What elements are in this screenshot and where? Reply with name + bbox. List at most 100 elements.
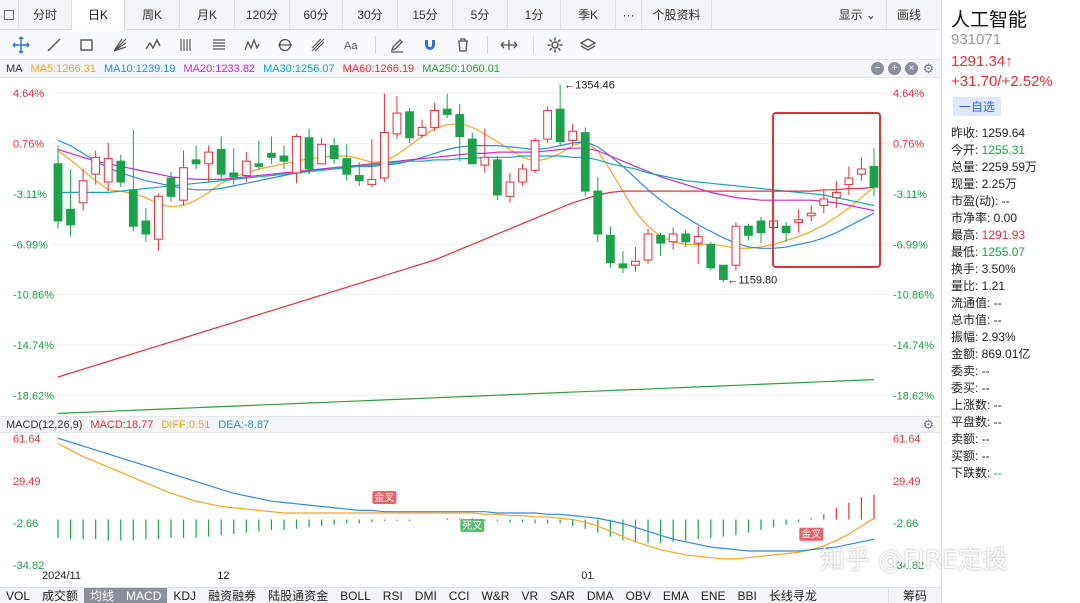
- period-tab[interactable]: 分时: [19, 0, 72, 30]
- minus-icon[interactable]: −: [871, 62, 884, 75]
- stat-label: 最高:: [951, 228, 982, 242]
- candle-body: [518, 168, 527, 183]
- period-tab[interactable]: 30分: [343, 0, 398, 30]
- period-tab[interactable]: 120分: [235, 0, 290, 30]
- indicator-tab[interactable]: VOL: [0, 588, 36, 603]
- gann-icon[interactable]: [303, 32, 333, 58]
- indicator-tab[interactable]: 陆股通资金: [262, 588, 334, 603]
- x-axis-label: 12: [217, 570, 229, 582]
- period-tab[interactable]: 季K: [561, 0, 616, 30]
- plus-icon[interactable]: +: [888, 62, 901, 75]
- indicator-tab[interactable]: RSI: [377, 588, 409, 603]
- stat-value: --: [993, 313, 1002, 327]
- period-tab[interactable]: ···: [616, 0, 642, 30]
- collapse-toggle[interactable]: [0, 0, 19, 30]
- period-tab[interactable]: 周K: [125, 0, 180, 30]
- candle-body: [618, 263, 628, 269]
- macd-legend: MACD(12,26,9) MACD:18.77 DIFF:0.51 DEA:-8.…: [0, 416, 941, 433]
- stat-label: 卖额:: [951, 432, 982, 446]
- expand-horizontal-icon[interactable]: [494, 32, 524, 58]
- indicator-tab[interactable]: 成交额: [36, 588, 84, 603]
- layers-icon[interactable]: [573, 32, 603, 58]
- indicator-tab[interactable]: MACD: [120, 587, 168, 603]
- stat-value: --: [981, 432, 990, 446]
- indicator-tab[interactable]: BOLL: [334, 588, 377, 603]
- add-watchlist-button[interactable]: 一自选: [953, 97, 1002, 116]
- period-tab[interactable]: 日K: [72, 0, 125, 30]
- magnet-icon[interactable]: [415, 32, 445, 58]
- period-tab[interactable]: 5分: [453, 0, 508, 30]
- text-tool-icon[interactable]: Aa: [336, 32, 366, 58]
- stat-label: 现量:: [951, 177, 982, 191]
- line-segment-icon[interactable]: [39, 32, 69, 58]
- period-tab[interactable]: 15分: [398, 0, 453, 30]
- kline-chart[interactable]: 4.64% 4.64% 0.76% 0.76% -3.11% -3.11% -6.99% -6…: [0, 78, 941, 587]
- cycle-icon[interactable]: [270, 32, 300, 58]
- candle-body: [593, 190, 603, 235]
- candle-body: [869, 165, 879, 188]
- indicator-tab[interactable]: BBI: [732, 588, 763, 603]
- legend-entry: DEA:-8.87: [218, 418, 270, 431]
- settings-gear-icon[interactable]: ⚙: [922, 62, 935, 75]
- settings-gear-icon[interactable]: ⚙: [922, 418, 935, 431]
- fibonacci-icon[interactable]: [204, 32, 234, 58]
- candle-body: [354, 175, 364, 182]
- indicator-tab[interactable]: DMA: [581, 588, 620, 603]
- period-tab[interactable]: 1分: [508, 0, 561, 30]
- candle-body: [342, 158, 352, 175]
- stat-value: --: [993, 296, 1002, 310]
- settings-gear-icon[interactable]: [540, 32, 570, 58]
- vertical-lines-icon[interactable]: [171, 32, 201, 58]
- stat-row: 总量: 2259.59万: [951, 159, 1037, 176]
- pen-icon[interactable]: [382, 32, 412, 58]
- indicator-tab[interactable]: W&R: [475, 588, 515, 603]
- period-tab[interactable]: 个股资料: [642, 0, 712, 30]
- candle-body: [857, 168, 866, 175]
- draw-line-button[interactable]: 画线: [885, 0, 931, 30]
- candle-body: [467, 138, 477, 165]
- stat-row: 最低: 1255.07: [951, 244, 1037, 261]
- period-tab[interactable]: 月K: [180, 0, 235, 30]
- indicator-tab[interactable]: EMA: [657, 588, 695, 603]
- candle-body: [103, 158, 113, 183]
- stat-value: 3.50%: [981, 262, 1016, 276]
- indicator-tab[interactable]: OBV: [620, 588, 657, 603]
- stat-label: 上涨数:: [951, 398, 994, 412]
- indicator-tab[interactable]: CCI: [443, 588, 476, 603]
- candles: [53, 84, 879, 283]
- fan-lines-icon[interactable]: [105, 32, 135, 58]
- candle-body: [781, 225, 791, 234]
- indicator-tab[interactable]: SAR: [544, 588, 581, 603]
- candle-body: [304, 137, 314, 170]
- indicator-tab[interactable]: KDJ: [167, 588, 202, 603]
- last-price: 1291.34↑: [951, 53, 1013, 70]
- indicator-tab[interactable]: 均线: [84, 587, 121, 603]
- crosshair-icon[interactable]: [6, 32, 36, 58]
- candle-body: [555, 108, 565, 143]
- toolbar-divider: [533, 35, 534, 54]
- indicator-tab[interactable]: VR: [515, 588, 544, 603]
- stat-label: 换手:: [951, 262, 982, 276]
- period-tab[interactable]: 60分: [290, 0, 343, 30]
- toolbar-divider: [487, 35, 488, 54]
- zigzag-icon[interactable]: [237, 32, 267, 58]
- wave-icon[interactable]: [138, 32, 168, 58]
- macd-tick-left: 61.64: [13, 434, 41, 446]
- candle-body: [442, 108, 452, 115]
- indicator-tab[interactable]: 长线寻龙: [763, 588, 823, 603]
- candle-body: [480, 156, 490, 166]
- trash-icon[interactable]: [448, 32, 478, 58]
- indicator-tab[interactable]: 融资融券: [202, 588, 262, 603]
- stat-value: 1291.93: [981, 228, 1026, 242]
- indicator-tab[interactable]: DMI: [409, 588, 443, 603]
- indicator-tab[interactable]: ENE: [695, 588, 732, 603]
- candle-body: [254, 163, 264, 167]
- candle-body: [267, 152, 276, 158]
- display-menu-button[interactable]: 显示 ⌄: [829, 0, 886, 30]
- stat-value: 1255.31: [981, 143, 1026, 157]
- close-icon[interactable]: ×: [905, 62, 918, 75]
- rectangle-icon[interactable]: [72, 32, 102, 58]
- candle-body: [241, 160, 251, 176]
- chips-button[interactable]: 筹码: [887, 587, 941, 603]
- stat-row: 金额: 869.01亿: [951, 346, 1037, 363]
